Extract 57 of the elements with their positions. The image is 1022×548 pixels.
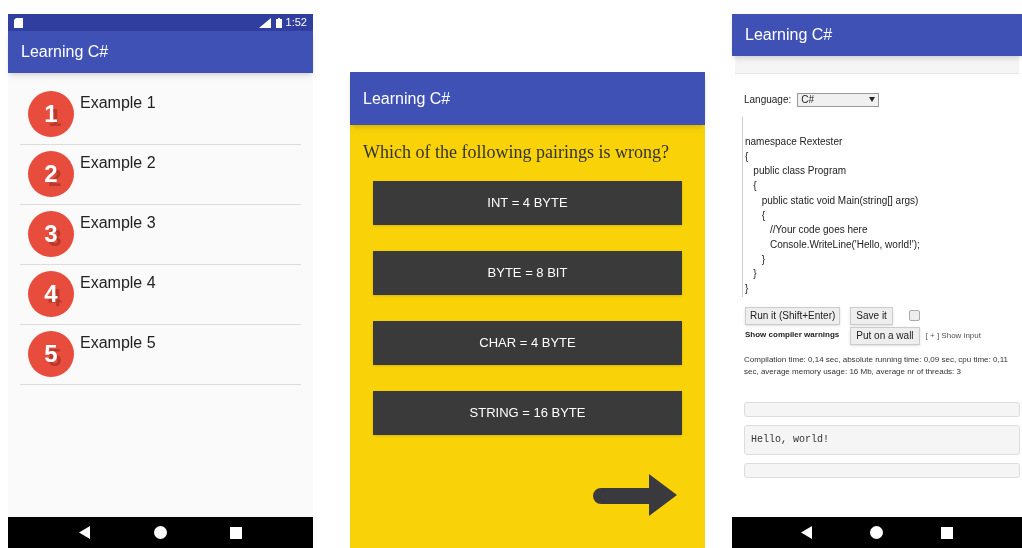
- code-line: }: [745, 282, 750, 297]
- badge-number: 3: [44, 219, 58, 249]
- answer-button[interactable]: BYTE = 8 BIT: [373, 251, 682, 295]
- recents-icon[interactable]: [941, 526, 954, 539]
- next-arrow-icon[interactable]: [593, 472, 679, 518]
- badge-number: 4: [44, 279, 58, 309]
- output-box: Hello, world!: [744, 424, 1020, 455]
- answer-button[interactable]: CHAR = 4 BYTE: [373, 321, 682, 365]
- sd-card-icon: [14, 17, 23, 28]
- list-item[interactable]: 3 Example 3: [20, 205, 301, 265]
- home-icon[interactable]: [870, 526, 884, 539]
- status-time: 1:52: [285, 15, 307, 31]
- wall-button[interactable]: Put on a wall: [850, 326, 920, 345]
- app-title: Learning C#: [21, 42, 109, 62]
- code-editor[interactable]: namespace Rextester { public class Program { public static void Main(string[] args) { //Your code goes here Console.WriteLine('Hello, world!'); } } }: [742, 117, 1022, 297]
- code-line: {: [760, 208, 766, 223]
- list-item[interactable]: 4 Example 4: [20, 265, 301, 325]
- app-title: Learning C#: [745, 25, 833, 45]
- dropdown-icon: [869, 97, 876, 102]
- item-label: Example 4: [80, 273, 156, 293]
- badge-number: 1: [44, 99, 58, 129]
- item-label: Example 3: [80, 213, 156, 233]
- language-label: Language:: [744, 93, 792, 107]
- show-input-link[interactable]: [ + ] Show input: [925, 329, 981, 342]
- back-icon[interactable]: [79, 526, 92, 539]
- recents-icon[interactable]: [229, 526, 242, 539]
- list-item[interactable]: 1 Example 1: [20, 85, 301, 145]
- answer-button[interactable]: INT = 4 BYTE: [373, 181, 682, 225]
- language-select[interactable]: C#: [797, 92, 880, 107]
- battery-icon: [275, 17, 282, 28]
- save-button[interactable]: Save it: [850, 306, 893, 325]
- code-line: }: [760, 252, 766, 267]
- badge-number: 2: [44, 159, 58, 189]
- list-item[interactable]: 2 Example 2: [20, 145, 301, 205]
- code-line: namespace Rextester: [745, 135, 844, 149]
- app-title: Learning C#: [363, 88, 451, 109]
- item-label: Example 2: [80, 153, 156, 173]
- answer-button[interactable]: STRING = 16 BYTE: [373, 391, 682, 435]
- badge-number: 5: [44, 339, 58, 369]
- code-line: public class Program: [752, 164, 848, 179]
- code-line: }: [752, 267, 758, 282]
- question-text: Which of the following pairings is wrong?: [363, 141, 670, 164]
- checkbox-label: Show compiler warnings: [745, 328, 840, 341]
- signal-icon: [258, 17, 271, 28]
- stats-text: Compilation time: 0,14 sec, absolute running time: 0,09 sec, cpu time: 0,11 sec, average memory usage: 16 Mb, average nr of threads: 3: [743, 353, 1009, 378]
- item-label: Example 1: [80, 93, 156, 113]
- code-line: Console.WriteLine('Hello, world!');: [769, 237, 921, 252]
- code-line: {: [752, 179, 758, 194]
- warnings-checkbox[interactable]: [908, 310, 920, 322]
- code-line: public static void Main(string[] args): [760, 193, 920, 208]
- home-icon[interactable]: [154, 526, 167, 539]
- item-label: Example 5: [80, 333, 156, 353]
- code-line: //Your code goes here: [769, 223, 869, 238]
- back-icon[interactable]: [800, 526, 813, 539]
- code-line: {: [745, 149, 750, 164]
- list-item[interactable]: 5 Example 5: [20, 325, 301, 385]
- run-button[interactable]: Run it (Shift+Enter): [745, 306, 841, 325]
